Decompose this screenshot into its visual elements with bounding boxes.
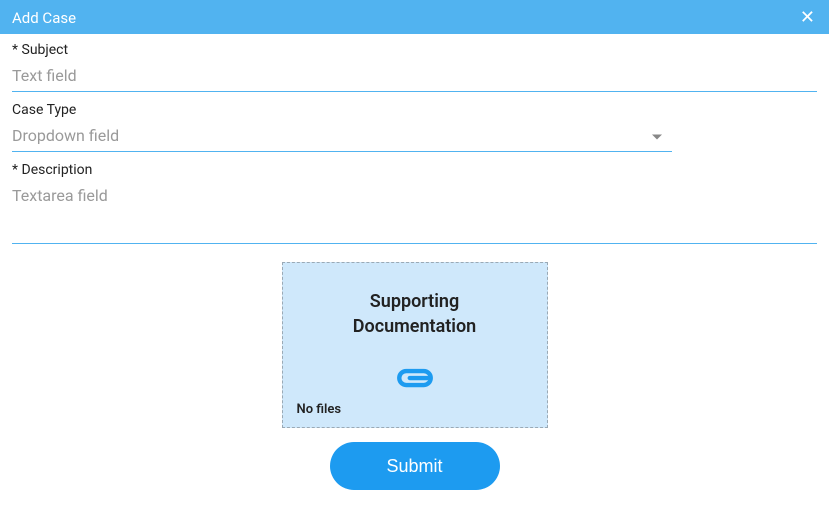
upload-title-line1: Supporting (370, 291, 459, 312)
subject-input[interactable] (12, 62, 817, 92)
submit-row: Submit (12, 442, 817, 490)
subject-label: * Subject (12, 42, 817, 58)
chevron-down-icon (652, 134, 662, 139)
upload-title-line2: Documentation (353, 316, 476, 337)
description-label: * Description (12, 162, 817, 178)
form-body: * Subject Case Type Dropdown field * Des… (0, 34, 829, 490)
close-icon[interactable]: ✕ (796, 7, 819, 29)
upload-dropzone[interactable]: Supporting Documentation No files (282, 262, 548, 428)
case-type-field: Case Type Dropdown field (12, 102, 817, 152)
attachment-icon (394, 363, 436, 397)
dialog-title: Add Case (12, 9, 76, 27)
description-field: * Description (12, 162, 817, 248)
case-type-label: Case Type (12, 102, 817, 118)
subject-field: * Subject (12, 42, 817, 92)
description-input[interactable] (12, 182, 817, 244)
case-type-dropdown[interactable]: Dropdown field (12, 122, 672, 152)
upload-title: Supporting Documentation (283, 289, 547, 339)
upload-nofiles-text: No files (297, 402, 342, 417)
dialog-header: Add Case ✕ (0, 2, 829, 34)
submit-button[interactable]: Submit (330, 442, 500, 490)
case-type-placeholder: Dropdown field (12, 126, 119, 145)
